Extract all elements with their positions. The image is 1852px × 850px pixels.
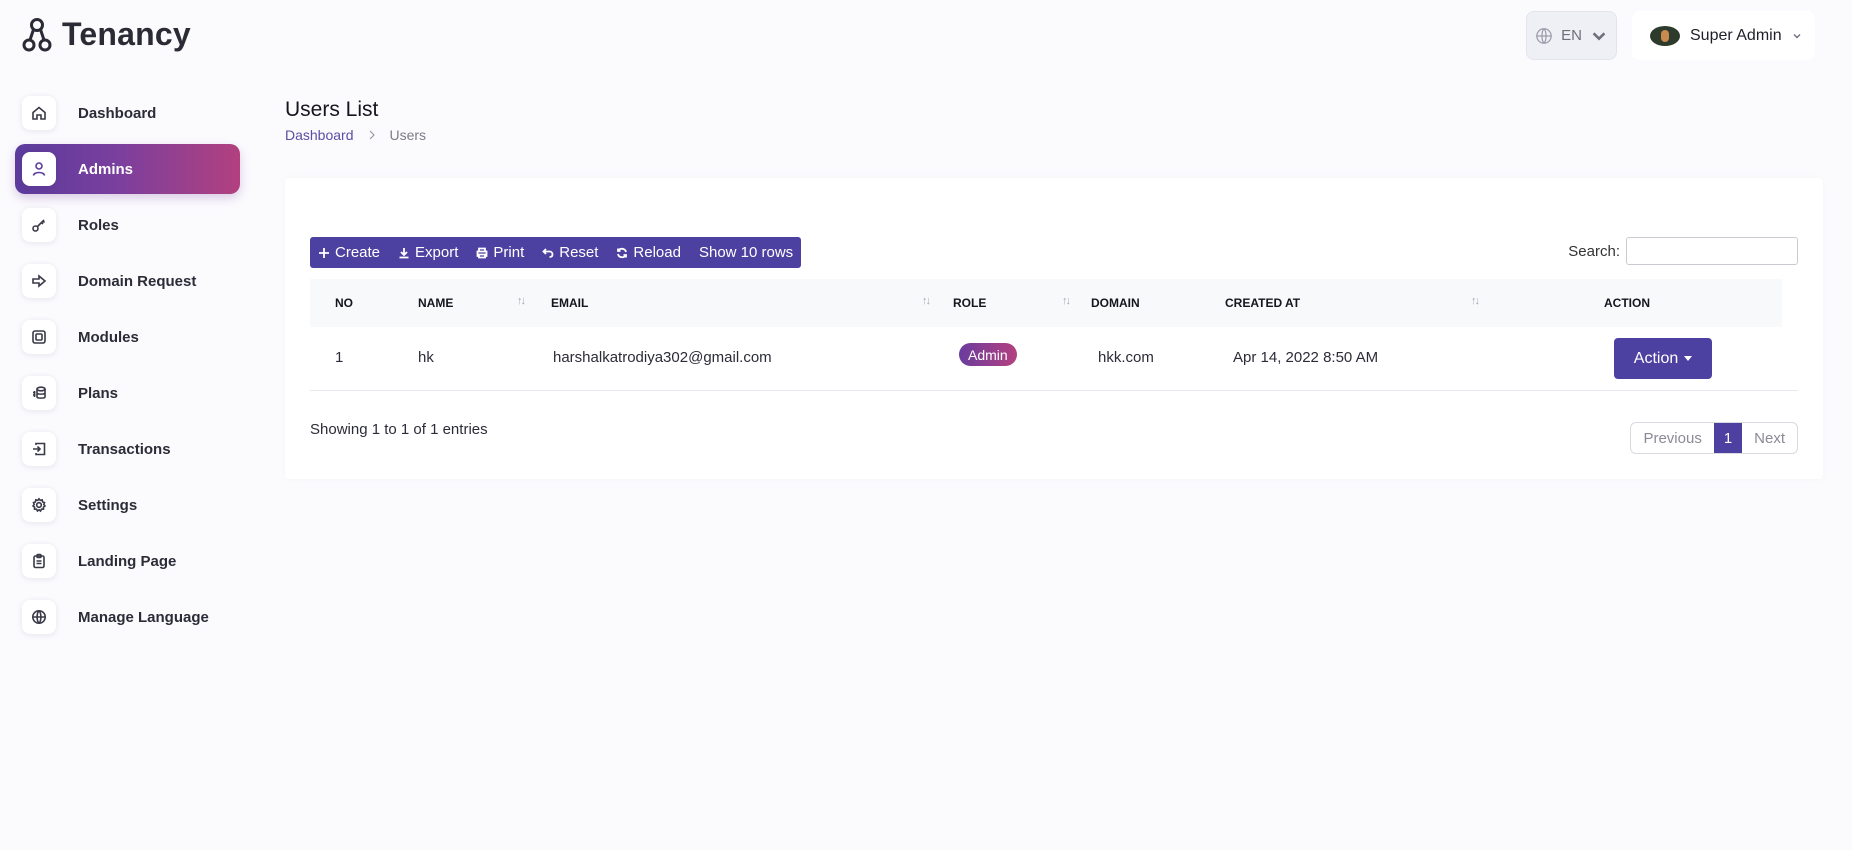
page-title: Users List	[285, 98, 379, 121]
refresh-icon	[617, 247, 628, 258]
export-button[interactable]: Export	[398, 244, 458, 261]
table-header: NO NAME ↑↓ EMAIL ↑↓ ROLE ↑↓ DOMAIN CREAT…	[310, 279, 1782, 327]
action-dropdown-button[interactable]: Action	[1614, 338, 1712, 379]
cell-domain: hkk.com	[1098, 349, 1154, 366]
cell-created-at: Apr 14, 2022 8:50 AM	[1233, 349, 1379, 366]
cell-no: 1	[335, 349, 344, 366]
chevron-right-icon	[369, 130, 375, 140]
chevron-down-icon	[1592, 31, 1606, 40]
sidebar-item-settings[interactable]: Settings	[15, 480, 240, 530]
table-toolbar: Create Export Print Reset Reload Show 10…	[310, 237, 802, 268]
user-menu[interactable]: Super Admin	[1632, 11, 1815, 60]
column-header-name[interactable]: NAME	[418, 296, 453, 310]
page-1-button[interactable]: 1	[1713, 423, 1743, 453]
home-icon	[22, 96, 56, 130]
action-label: Action	[1633, 349, 1679, 367]
sidebar-item-label: Transactions	[78, 440, 171, 458]
globe-icon	[1536, 27, 1552, 44]
breadcrumb-current: Users	[389, 127, 427, 143]
create-label: Create	[335, 244, 381, 261]
sort-icon[interactable]: ↑↓	[1062, 295, 1071, 307]
plus-icon	[319, 247, 329, 258]
search-label: Search:	[1568, 242, 1620, 260]
coins-icon	[22, 376, 56, 410]
sidebar-item-admins[interactable]: Admins	[15, 144, 240, 194]
user-name: Super Admin	[1690, 26, 1782, 44]
language-label: EN	[1561, 27, 1582, 44]
previous-page-button[interactable]: Previous	[1631, 423, 1713, 453]
sidebar-item-label: Domain Request	[78, 272, 197, 290]
sidebar-item-domain-request[interactable]: Domain Request	[15, 256, 240, 306]
table-info: Showing 1 to 1 of 1 entries	[310, 421, 488, 438]
key-icon	[22, 208, 56, 242]
export-label: Export	[415, 244, 459, 261]
sidebar-item-roles[interactable]: Roles	[15, 200, 240, 250]
search-box: Search:	[1568, 237, 1798, 265]
cell-name: hk	[418, 349, 434, 366]
logo-icon	[22, 17, 52, 51]
sidebar-item-manage-language[interactable]: Manage Language	[15, 592, 240, 642]
create-button[interactable]: Create	[318, 244, 380, 261]
transaction-icon	[22, 432, 56, 466]
sort-icon[interactable]: ↑↓	[517, 295, 526, 307]
reset-label: Reset	[559, 244, 599, 261]
breadcrumb: Dashboard Users	[285, 127, 426, 143]
print-label: Print	[493, 244, 525, 261]
globe-icon	[22, 600, 56, 634]
chevron-down-icon	[1793, 33, 1801, 38]
sidebar-item-label: Dashboard	[78, 104, 157, 122]
sidebar-item-label: Manage Language	[78, 608, 209, 626]
breadcrumb-dashboard-link[interactable]: Dashboard	[285, 127, 354, 143]
column-header-created-at[interactable]: CREATED AT	[1225, 296, 1300, 310]
sort-icon[interactable]: ↑↓	[1471, 295, 1480, 307]
module-icon	[22, 320, 56, 354]
pagination: Previous 1 Next	[1630, 422, 1798, 454]
app-name: Tenancy	[62, 16, 191, 52]
sidebar-item-landing-page[interactable]: Landing Page	[15, 536, 240, 586]
role-badge: Admin	[959, 343, 1017, 366]
sidebar-item-label: Roles	[78, 216, 119, 234]
sidebar-item-label: Modules	[78, 328, 139, 346]
reset-button[interactable]: Reset	[542, 244, 598, 261]
cell-email: harshalkatrodiya302@gmail.com	[553, 349, 772, 366]
sidebar-item-label: Admins	[78, 160, 134, 178]
sidebar-item-label: Landing Page	[78, 552, 177, 570]
caret-down-icon	[1684, 356, 1693, 361]
arrow-right-icon	[22, 264, 56, 298]
printer-icon	[476, 247, 488, 258]
gear-icon	[22, 488, 56, 522]
search-input[interactable]	[1626, 237, 1798, 265]
sidebar-item-plans[interactable]: Plans	[15, 368, 240, 418]
avatar	[1650, 25, 1680, 46]
show-rows-button[interactable]: Show 10 rows	[699, 244, 793, 261]
column-header-role[interactable]: ROLE	[953, 296, 986, 310]
column-header-action: ACTION	[1604, 296, 1650, 310]
show-rows-label: Show 10 rows	[698, 244, 794, 261]
download-icon	[399, 247, 409, 258]
print-button[interactable]: Print	[476, 244, 524, 261]
column-header-no[interactable]: NO	[335, 296, 353, 310]
undo-icon	[542, 247, 554, 258]
sidebar-item-label: Settings	[78, 496, 138, 514]
next-page-button[interactable]: Next	[1742, 423, 1797, 453]
users-table-card: Create Export Print Reset Reload Show 10…	[285, 178, 1823, 479]
table-row: 1 hk harshalkatrodiya302@gmail.com Admin…	[310, 327, 1798, 391]
sidebar: Dashboard Admins Roles Domain Request Mo…	[15, 88, 240, 648]
user-icon	[22, 152, 56, 186]
sidebar-item-label: Plans	[78, 384, 119, 402]
language-selector[interactable]: EN	[1526, 11, 1617, 60]
column-header-domain[interactable]: DOMAIN	[1091, 296, 1140, 310]
sort-icon[interactable]: ↑↓	[922, 295, 931, 307]
sidebar-item-modules[interactable]: Modules	[15, 312, 240, 362]
sidebar-item-transactions[interactable]: Transactions	[15, 424, 240, 474]
column-header-email[interactable]: EMAIL	[551, 296, 588, 310]
reload-button[interactable]: Reload	[616, 244, 681, 261]
reload-label: Reload	[633, 244, 681, 261]
clipboard-icon	[22, 544, 56, 578]
sidebar-item-dashboard[interactable]: Dashboard	[15, 88, 240, 138]
app-logo[interactable]: Tenancy	[22, 16, 191, 53]
